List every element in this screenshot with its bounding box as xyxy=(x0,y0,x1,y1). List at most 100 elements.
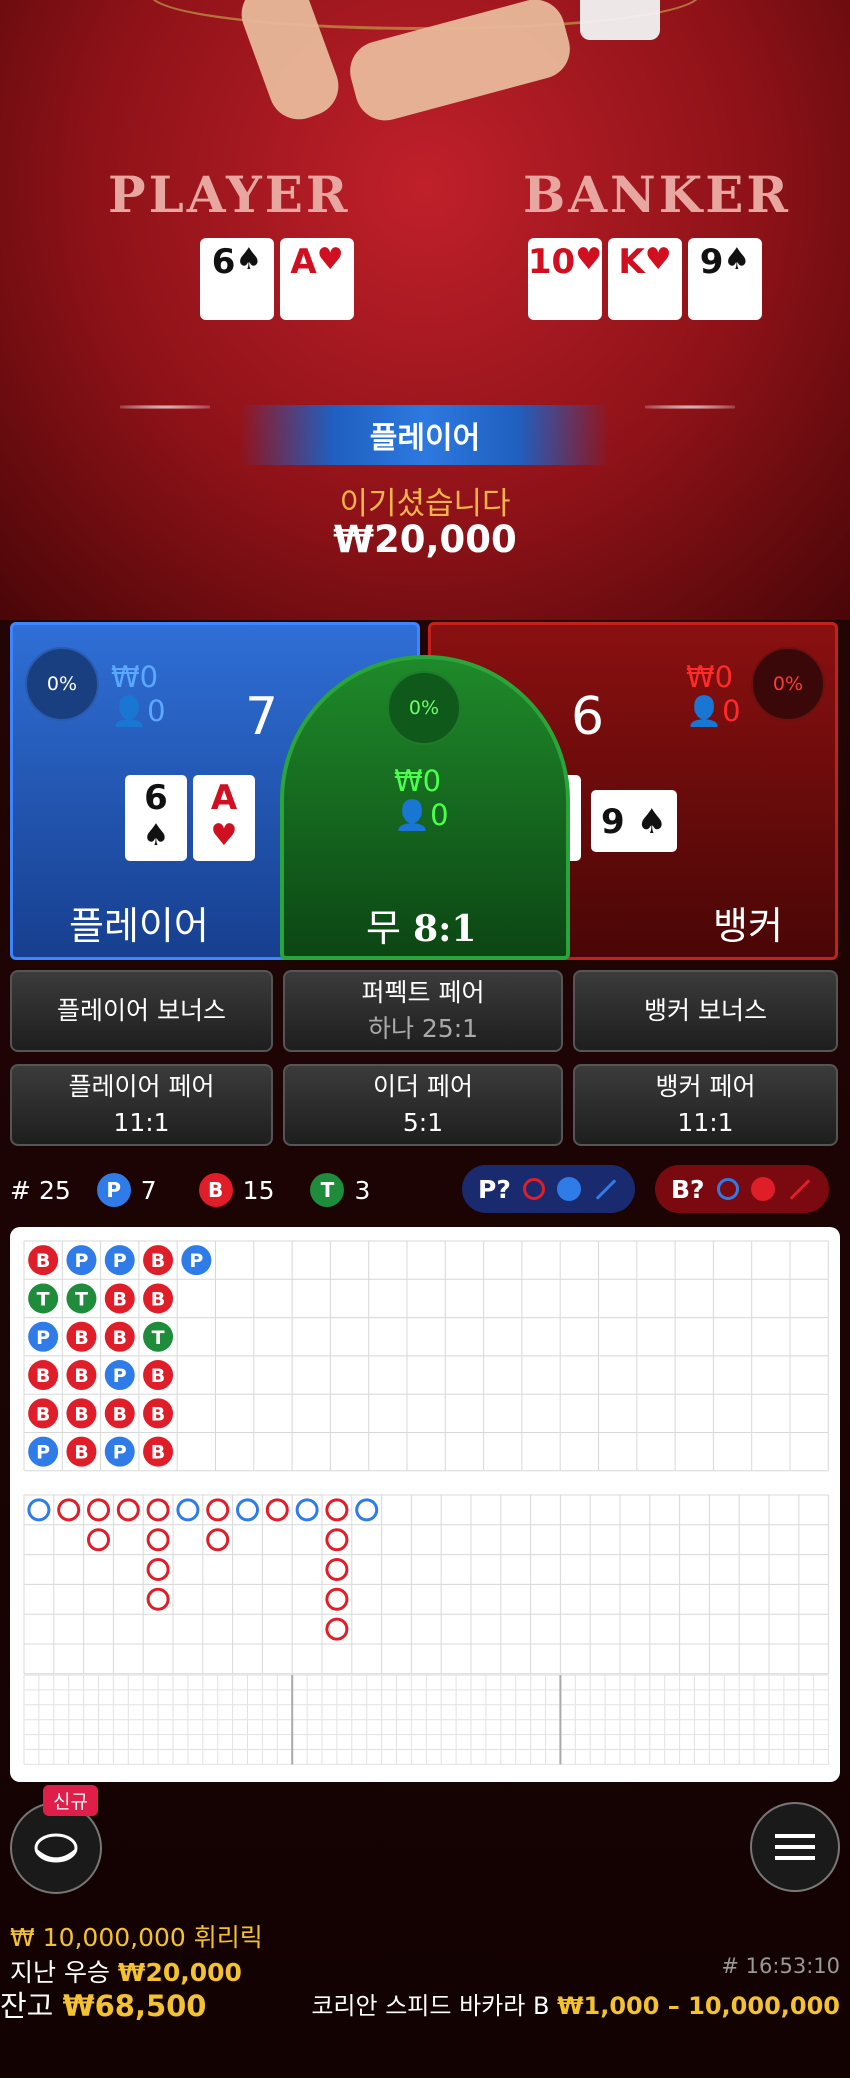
big-road-P xyxy=(236,1498,259,1522)
player-pair-odds: 11:1 xyxy=(113,1108,170,1137)
banker-bonus-label: 뱅커 보너스 xyxy=(644,996,767,1025)
tie-dot-icon: T xyxy=(310,1173,345,1207)
big-road-B xyxy=(325,1498,349,1522)
round-id: # 16:53:10 xyxy=(721,1954,840,1978)
tie-label: 무 8:1 xyxy=(366,897,476,952)
player-percent: 0% xyxy=(25,647,99,721)
banker-stake-count: 0 xyxy=(722,694,741,728)
bet-spot-tie[interactable]: 0% ₩0 👤0 무 8:1 xyxy=(280,655,570,960)
bead-letter: B xyxy=(36,1365,50,1387)
road-stats: # 25 P 7 B 15 T 3 xyxy=(10,1165,370,1215)
sparkle xyxy=(645,405,735,409)
tie-percent: 0% xyxy=(387,671,461,745)
balance-label: 잔고 xyxy=(0,1989,54,2023)
table-player-card: A ♥ xyxy=(280,238,354,320)
table-banker-card: K ♥ xyxy=(608,238,682,320)
big-road-P xyxy=(355,1498,379,1522)
bead-letter: P xyxy=(189,1250,203,1272)
player-bonus-label: 플레이어 보너스 xyxy=(57,996,226,1025)
big-road-B xyxy=(325,1558,349,1581)
table-player-card: 6 ♠ xyxy=(200,238,274,320)
banker-pair-button[interactable]: 뱅커 페어 11:1 xyxy=(573,1064,838,1146)
bead-letter: P xyxy=(113,1250,127,1272)
bead-letter: B xyxy=(74,1365,88,1387)
perfect-pair-label: 퍼펙트 페어 xyxy=(361,978,485,1007)
table-banker-label: BANKER xyxy=(523,165,791,224)
rounds-count: 25 xyxy=(38,1175,71,1205)
solid-red-circle-icon xyxy=(750,1177,775,1201)
either-pair-button[interactable]: 이더 페어 5:1 xyxy=(283,1064,563,1146)
big-road-B xyxy=(265,1498,289,1522)
big-road-P xyxy=(176,1498,200,1522)
bead-letter: B xyxy=(151,1250,165,1272)
bead-letter: B xyxy=(151,1365,165,1387)
big-road-B xyxy=(146,1558,170,1581)
balance: 잔고 ₩68,500 xyxy=(0,1983,207,2025)
big-road-B xyxy=(325,1528,349,1552)
big-road-B xyxy=(206,1498,230,1522)
win-message: 이기셨습니다 xyxy=(339,486,511,522)
bead-letter: B xyxy=(36,1250,50,1272)
dealer-sleeve xyxy=(580,0,660,40)
player-count: 7 xyxy=(140,1175,157,1205)
table-banker-card: 9 ♠ xyxy=(688,238,762,320)
tie-label-text: 무 xyxy=(366,906,401,950)
banker-stake-amount: ₩0 xyxy=(686,660,734,694)
big-road-B xyxy=(87,1498,110,1522)
tie-stake-count: 0 xyxy=(430,798,449,832)
bead-letter: P xyxy=(36,1442,50,1464)
bead-letter: B xyxy=(151,1403,165,1425)
hamburger-icon xyxy=(775,1834,815,1860)
big-road-P xyxy=(295,1498,319,1522)
scoreboard[interactable]: BTPBBPPTBBBBPBBPBPBBTBBBP xyxy=(10,1227,840,1782)
player-label: 플레이어 xyxy=(69,904,209,948)
bead-letter: P xyxy=(113,1365,127,1387)
rounds-label: # xyxy=(10,1175,31,1205)
jackpot-text: ₩ 10,000,000 휘리릭 xyxy=(10,1923,263,1952)
blue-slash-icon xyxy=(595,1178,617,1200)
tie-count: 3 xyxy=(354,1175,371,1205)
menu-button[interactable] xyxy=(750,1802,840,1892)
red-slash-icon xyxy=(789,1178,810,1200)
player-prediction-button[interactable]: P? xyxy=(462,1165,635,1213)
big-road-B xyxy=(146,1498,170,1522)
bead-letter: B xyxy=(74,1327,88,1349)
tie-stake: ₩0 👤0 xyxy=(394,764,449,832)
big-road-B xyxy=(325,1617,349,1641)
person-icon: 👤 xyxy=(394,798,431,832)
hollow-blue-circle-icon xyxy=(716,1178,739,1200)
table-info: 코리안 스피드 바카라 B ₩1,000 – 10,000,000 xyxy=(311,1986,840,2021)
person-icon: 👤 xyxy=(686,694,723,728)
big-road-B xyxy=(87,1528,110,1552)
bead-letter: B xyxy=(151,1442,165,1464)
big-road-B xyxy=(146,1528,170,1552)
big-road-B xyxy=(146,1587,170,1611)
banker-dot-icon: B xyxy=(198,1173,233,1207)
banker-prediction-button[interactable]: B? xyxy=(655,1165,829,1213)
banker-percent: 0% xyxy=(751,647,825,721)
bead-letter: P xyxy=(36,1327,50,1349)
bead-letter: B xyxy=(74,1403,88,1425)
bead-letter: B xyxy=(151,1288,165,1310)
winner-banner: 플레이어 xyxy=(240,405,610,465)
player-score: 7 xyxy=(245,687,279,747)
big-road-B xyxy=(57,1498,81,1522)
sparkle xyxy=(120,405,210,409)
player-bonus-button[interactable]: 플레이어 보너스 xyxy=(10,970,273,1052)
bead-letter: P xyxy=(113,1442,127,1464)
perfect-pair-button[interactable]: 퍼펙트 페어 하나 25:1 xyxy=(283,970,563,1052)
player-card: 6 ♠ xyxy=(125,775,187,861)
player-pair-button[interactable]: 플레이어 페어 11:1 xyxy=(10,1064,273,1146)
banker-bonus-button[interactable]: 뱅커 보너스 xyxy=(573,970,838,1052)
scoreboard-grid: BTPBBPPTBBBBPBBPBPBBTBBBP xyxy=(23,1240,830,1765)
big-road-B xyxy=(325,1587,349,1611)
player-card: A ♥ xyxy=(193,775,255,861)
either-pair-odds: 5:1 xyxy=(402,1108,444,1137)
banker-stake: ₩0 👤0 xyxy=(686,660,741,728)
player-stake-amount: ₩0 xyxy=(111,660,159,694)
person-icon: 👤 xyxy=(111,694,148,728)
table-banker-card: 10 ♥ xyxy=(528,238,602,320)
chip-icon xyxy=(34,1833,78,1863)
game-screen: PLAYER BANKER 6 ♠ A ♥ 10 ♥ K ♥ 9 ♠ 플레이어 이기셨습니다 ₩… xyxy=(0,0,850,2078)
either-pair-label: 이더 페어 xyxy=(373,1072,473,1101)
